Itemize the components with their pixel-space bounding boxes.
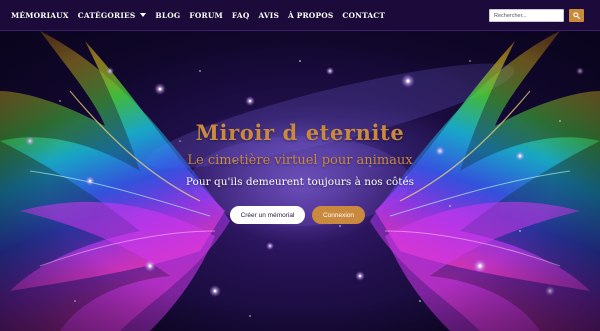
- search-input[interactable]: [489, 9, 564, 22]
- search-form: [489, 9, 584, 22]
- login-button[interactable]: Connexion: [312, 206, 365, 224]
- hero-section: Miroir d eternite Le cimetière virtuel p…: [0, 31, 600, 331]
- nav-item-forum[interactable]: FORUM: [189, 11, 222, 20]
- nav-item-avis[interactable]: AVIS: [258, 11, 279, 20]
- hero-tagline: Pour qu'ils demeurent toujours à nos côt…: [185, 176, 415, 188]
- nav-item-faq[interactable]: FAQ: [232, 11, 250, 20]
- chevron-down-icon: [140, 13, 147, 17]
- hero-subtitle: Le cimetière virtuel pour animaux: [187, 153, 413, 168]
- nav-item-categories-label: CATÉGORIES: [77, 10, 136, 20]
- create-memorial-button[interactable]: Créer un mémorial: [230, 206, 305, 224]
- page: MÉMORIAUX CATÉGORIES BLOG FORUM FAQ AVIS…: [0, 0, 600, 331]
- nav-item-memoriaux[interactable]: MÉMORIAUX: [11, 11, 69, 20]
- hero-title: Miroir d eternite: [195, 120, 405, 145]
- nav-item-contact[interactable]: CONTACT: [342, 11, 385, 20]
- search-button[interactable]: [569, 9, 584, 22]
- nav-item-blog[interactable]: BLOG: [155, 11, 180, 20]
- nav-item-a-propos[interactable]: À PROPOS: [288, 11, 333, 20]
- nav-item-categories[interactable]: CATÉGORIES: [78, 11, 147, 20]
- top-navigation: MÉMORIAUX CATÉGORIES BLOG FORUM FAQ AVIS…: [0, 0, 600, 31]
- search-icon: [573, 12, 580, 19]
